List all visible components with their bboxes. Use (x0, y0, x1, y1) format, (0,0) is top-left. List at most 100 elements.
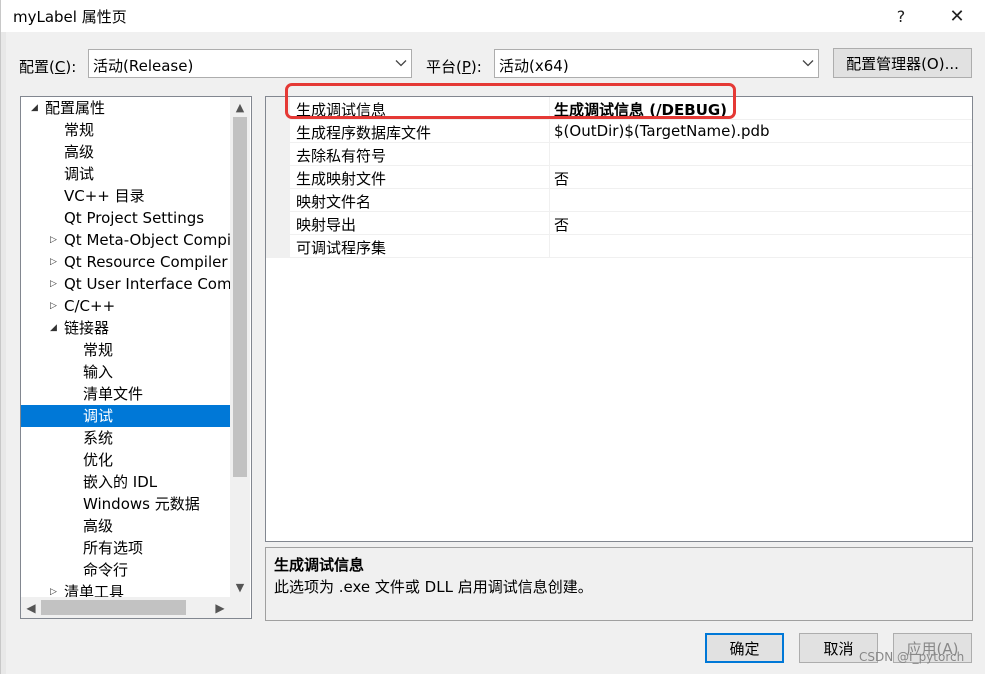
tree-vertical-scrollbar[interactable]: ▲ ▼ (230, 97, 250, 597)
tree-item-label: 系统 (83, 429, 114, 447)
scroll-down-icon[interactable]: ▼ (230, 577, 250, 597)
column-separator (549, 120, 550, 143)
column-separator (549, 189, 550, 212)
column-separator (549, 212, 550, 235)
tree-item[interactable]: VC++ 目录 (21, 185, 226, 207)
tree-item[interactable]: ◢ 链接器 (21, 317, 226, 339)
tree-item[interactable]: 所有选项 (21, 537, 226, 559)
tree-collapse-icon[interactable]: ◢ (31, 97, 41, 119)
tree-collapse-icon[interactable]: ◢ (50, 317, 60, 339)
row-gutter (266, 120, 290, 143)
property-value[interactable]: 否 (554, 214, 569, 235)
tree-item-label: 调试 (83, 407, 114, 425)
config-select-value: 活动(Release) (93, 57, 194, 75)
tree-item[interactable]: 高级 (21, 141, 226, 163)
tree-item-label: Qt User Interface Comp (64, 275, 242, 293)
scroll-left-icon[interactable]: ◀ (21, 597, 41, 618)
property-name: 映射导出 (296, 216, 357, 234)
tree-item-label: 常规 (64, 121, 95, 139)
window-title: myLabel 属性页 (13, 8, 127, 26)
tree-item-label: 输入 (83, 363, 114, 381)
title-bar: myLabel 属性页 ? ✕ (1, 0, 985, 32)
annotation-highlight-box (285, 83, 736, 119)
platform-select[interactable]: 活动(x64) (494, 49, 819, 78)
platform-select-value: 活动(x64) (499, 57, 569, 75)
tree-item-label: 清单文件 (83, 385, 144, 403)
tree-item-label: 所有选项 (83, 539, 144, 557)
tree-item[interactable]: 高级 (21, 515, 226, 537)
tree-item-label: 命令行 (83, 561, 129, 579)
tree-horizontal-scrollbar[interactable]: ◀ ▶ (21, 597, 230, 618)
property-name: 映射文件名 (296, 193, 372, 211)
property-row[interactable]: 生成程序数据库文件 $(OutDir)$(TargetName).pdb (266, 120, 972, 143)
property-row[interactable]: 可调试程序集 (266, 235, 972, 258)
config-label: 配置(C): (19, 56, 76, 77)
column-separator (549, 235, 550, 258)
property-pages-dialog: myLabel 属性页 ? ✕ 配置(C): 活动(Release) 平台(P)… (0, 0, 985, 674)
scroll-right-icon[interactable]: ▶ (210, 597, 230, 618)
tree-item-label: 嵌入的 IDL (83, 473, 158, 491)
property-row[interactable]: 映射导出 否 (266, 212, 972, 235)
platform-label-accesskey: P (461, 58, 471, 76)
help-button[interactable]: ? (878, 0, 924, 32)
row-gutter (266, 235, 290, 258)
tree-expand-icon[interactable]: ▷ (50, 229, 60, 251)
tree-item-label: Windows 元数据 (83, 495, 200, 513)
platform-label-prefix: 平台( (426, 58, 462, 76)
tree-item-label: 高级 (64, 143, 95, 161)
tree-item[interactable]: ▷ Qt Meta-Object Compi (21, 229, 231, 251)
platform-label-suffix: ): (470, 58, 482, 76)
tree-expand-icon[interactable]: ▷ (50, 251, 60, 273)
config-select[interactable]: 活动(Release) (88, 49, 412, 78)
property-value[interactable]: $(OutDir)$(TargetName).pdb (554, 122, 770, 140)
tree-expand-icon[interactable]: ▷ (50, 295, 60, 317)
config-label-prefix: 配置( (19, 58, 55, 76)
tree-item[interactable]: 命令行 (21, 559, 226, 581)
scrollbar-thumb[interactable] (233, 117, 247, 477)
column-separator (549, 143, 550, 166)
tree-item[interactable]: 嵌入的 IDL (21, 471, 226, 493)
property-row[interactable]: 映射文件名 (266, 189, 972, 212)
row-gutter (266, 143, 290, 166)
window-edge (1, 32, 6, 674)
tree-item[interactable]: 系统 (21, 427, 226, 449)
ok-button[interactable]: 确定 (705, 633, 784, 663)
tree-item[interactable]: ▷ Qt Resource Compiler (21, 251, 228, 273)
tree-item[interactable]: Windows 元数据 (21, 493, 226, 515)
property-row[interactable]: 去除私有符号 (266, 143, 972, 166)
tree-item-label: 链接器 (64, 319, 110, 337)
property-tree: ◢ 配置属性 常规 高级 调试 VC++ 目录 Qt Project Settings ▷ Qt… (20, 96, 252, 619)
tree-item[interactable]: 常规 (21, 119, 226, 141)
tree-item-label: 高级 (83, 517, 114, 535)
tree-expand-icon[interactable]: ▷ (50, 273, 60, 295)
tree-item[interactable]: ◢ 配置属性 (21, 97, 226, 119)
description-panel: 生成调试信息 此选项为 .exe 文件或 DLL 启用调试信息创建。 (265, 547, 973, 621)
tree-item[interactable]: 调试 (21, 405, 230, 427)
tree-item[interactable]: 调试 (21, 163, 226, 185)
tree-item-label: Qt Meta-Object Compi (64, 231, 232, 249)
property-value[interactable]: 否 (554, 168, 569, 189)
tree-item[interactable]: 优化 (21, 449, 226, 471)
tree-item-label: Qt Project Settings (64, 209, 205, 227)
property-grid: 生成调试信息 生成调试信息 (/DEBUG) 生成程序数据库文件 $(OutDir)$… (265, 96, 973, 542)
tree-item-label: 优化 (83, 451, 114, 469)
tree-item[interactable]: Qt Project Settings (21, 207, 226, 229)
tree-item[interactable]: 清单文件 (21, 383, 226, 405)
column-separator (549, 166, 550, 189)
tree-item-label: 调试 (64, 165, 95, 183)
tree-item[interactable]: 输入 (21, 361, 226, 383)
scrollbar-thumb[interactable] (41, 600, 186, 615)
tree-item-label: 常规 (83, 341, 114, 359)
row-gutter (266, 166, 290, 189)
property-row[interactable]: 生成映射文件 否 (266, 166, 972, 189)
close-button[interactable]: ✕ (934, 0, 980, 32)
configuration-manager-button[interactable]: 配置管理器(O)... (833, 48, 972, 78)
config-label-accesskey: C (54, 58, 66, 76)
chevron-down-icon (802, 60, 814, 67)
scroll-up-icon[interactable]: ▲ (230, 97, 250, 117)
description-title: 生成调试信息 (274, 556, 365, 574)
tree-item[interactable]: ▷ Qt User Interface Comp (21, 273, 241, 295)
tree-item[interactable]: 常规 (21, 339, 226, 361)
tree-item[interactable]: ▷ C/C++ (21, 295, 226, 317)
tree-item-label: C/C++ (64, 297, 116, 315)
